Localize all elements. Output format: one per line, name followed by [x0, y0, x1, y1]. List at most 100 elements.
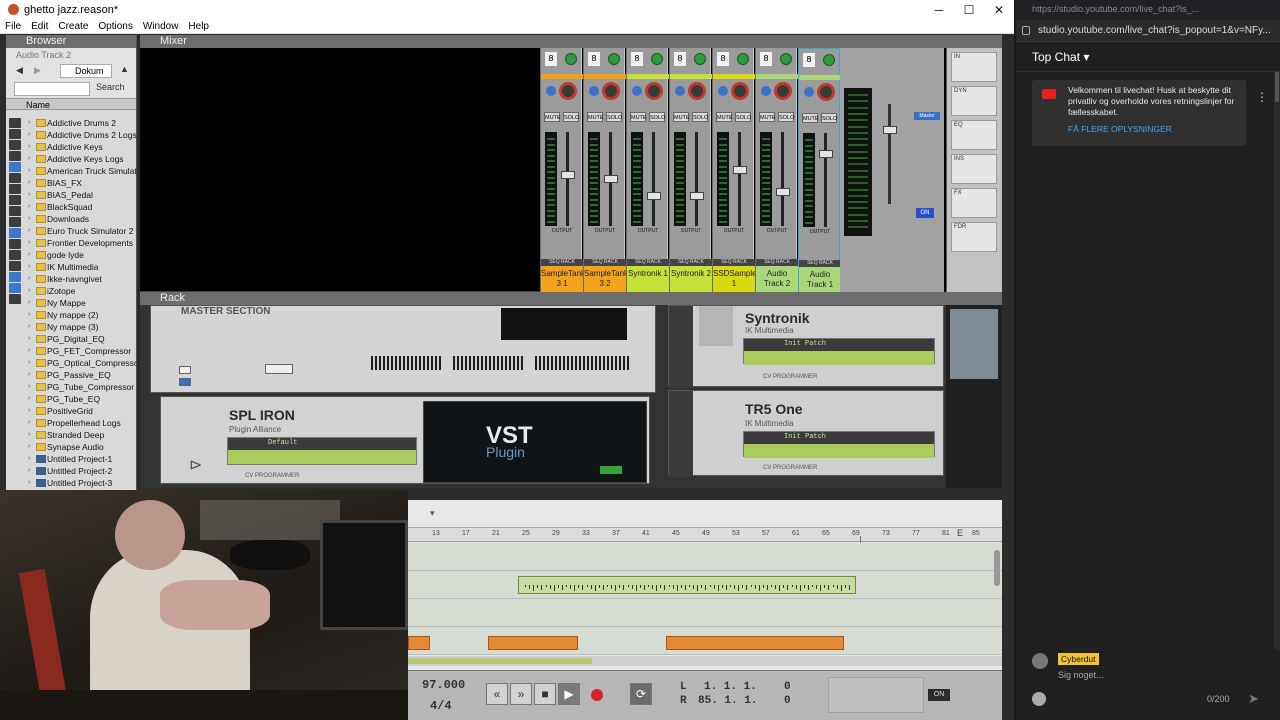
- minimize-button[interactable]: ─: [924, 2, 954, 18]
- expand-arrow-icon[interactable]: ›: [28, 249, 30, 261]
- close-button[interactable]: ✕: [984, 2, 1014, 18]
- mute-button[interactable]: MUTE: [759, 112, 776, 122]
- input-gain-knob[interactable]: [737, 53, 749, 65]
- mute-button[interactable]: MUTE: [673, 112, 690, 122]
- browser-list-item[interactable]: › BIAS_FX: [6, 177, 137, 189]
- expand-arrow-icon[interactable]: ›: [28, 189, 30, 201]
- bar-ruler[interactable]: 13 17 21 25 29 33 37 41 45 49 53 57 61 65 69 73 77 81 85: [408, 528, 1002, 542]
- expand-arrow-icon[interactable]: ›: [28, 237, 30, 249]
- pan-knob[interactable]: [559, 82, 577, 100]
- delay-comp-on-button[interactable]: ON: [928, 689, 950, 701]
- master-fader[interactable]: [883, 126, 897, 134]
- note-clip[interactable]: [488, 636, 578, 650]
- song-overview[interactable]: [408, 656, 1002, 666]
- more-options-icon[interactable]: ⋮: [1256, 90, 1268, 104]
- expand-arrow-icon[interactable]: ›: [28, 333, 30, 345]
- solo-button[interactable]: SOLO: [735, 112, 751, 122]
- solo-button[interactable]: SOLO: [821, 113, 837, 123]
- browser-list-item[interactable]: › Addictive Keys Logs: [6, 153, 137, 165]
- browser-list-item[interactable]: › Ny mappe (3): [6, 321, 137, 333]
- browser-list-item[interactable]: › Addictive Keys: [6, 141, 137, 153]
- pan-knob[interactable]: [602, 82, 620, 100]
- expand-arrow-icon[interactable]: ›: [28, 225, 30, 237]
- rack-navigator[interactable]: [946, 305, 1002, 488]
- mixer-section-toggle[interactable]: IN: [951, 52, 997, 82]
- fast-forward-button[interactable]: »: [510, 683, 532, 705]
- expand-arrow-icon[interactable]: ›: [28, 273, 30, 285]
- expand-arrow-icon[interactable]: ›: [28, 381, 30, 393]
- browser-list-item[interactable]: › Propellerhead Logs: [6, 417, 137, 429]
- stop-button[interactable]: ■: [534, 683, 556, 705]
- patch-selector[interactable]: Init Patch: [743, 338, 935, 365]
- channel-fader[interactable]: [561, 170, 575, 179]
- patch-selector[interactable]: Default: [227, 437, 417, 465]
- show-insert-fx-button[interactable]: [179, 378, 191, 386]
- vst-plugin-window[interactable]: VST Plugin: [423, 401, 647, 483]
- chat-input[interactable]: Sig noget...: [1058, 670, 1104, 680]
- expand-arrow-icon[interactable]: ›: [28, 201, 30, 213]
- expand-arrow-icon[interactable]: ›: [28, 321, 30, 333]
- show-programmer-button[interactable]: [179, 366, 191, 374]
- expand-arrow-icon[interactable]: ›: [28, 405, 30, 417]
- browser-list-item[interactable]: › PositiveGrid: [6, 405, 137, 417]
- seq-rack-buttons[interactable]: SEQ RACK: [584, 259, 626, 266]
- browser-list-item[interactable]: › PG_Passive_EQ: [6, 369, 137, 381]
- mixer-section-toggle[interactable]: FX: [951, 188, 997, 218]
- mixer-section-toggle[interactable]: FDR: [951, 222, 997, 252]
- pan-knob[interactable]: [731, 82, 749, 100]
- left-locator-value[interactable]: 1. 1. 1.: [704, 681, 757, 693]
- expand-arrow-icon[interactable]: ›: [28, 177, 30, 189]
- width-knob[interactable]: [632, 86, 642, 96]
- sequencer-lane[interactable]: [408, 543, 1002, 571]
- channel-name[interactable]: SSDSampler5 1: [713, 266, 764, 292]
- seq-rack-buttons[interactable]: SEQ RACK: [670, 259, 712, 266]
- send-icon[interactable]: ➤: [1248, 692, 1262, 706]
- expand-arrow-icon[interactable]: ›: [28, 429, 30, 441]
- expand-arrow-icon[interactable]: ›: [28, 453, 30, 465]
- maximize-button[interactable]: ☐: [954, 2, 984, 18]
- pan-knob[interactable]: [817, 83, 835, 101]
- expand-arrow-icon[interactable]: ›: [28, 345, 30, 357]
- expand-arrow-icon[interactable]: ›: [28, 213, 30, 225]
- channel-fader[interactable]: [690, 192, 704, 201]
- browser-list-item[interactable]: › Stranded Deep: [6, 429, 137, 441]
- menu-options[interactable]: Options: [93, 20, 137, 34]
- scrollbar-thumb[interactable]: [1275, 72, 1279, 102]
- expand-arrow-icon[interactable]: ›: [28, 261, 30, 273]
- expand-arrow-icon[interactable]: ›: [28, 153, 30, 165]
- channel-fader[interactable]: [733, 166, 747, 175]
- browser-list-item[interactable]: › PG_Digital_EQ: [6, 333, 137, 345]
- mute-button[interactable]: MUTE: [630, 112, 647, 122]
- expand-arrow-icon[interactable]: ›: [28, 369, 30, 381]
- browser-list-item[interactable]: › Ny mappe (2): [6, 309, 137, 321]
- channel-fader[interactable]: [604, 175, 618, 183]
- play-button[interactable]: ▶: [558, 683, 580, 705]
- expand-arrow-icon[interactable]: ›: [28, 477, 30, 489]
- browser-list-item[interactable]: › IK Multimedia: [6, 261, 137, 273]
- mixer-section-toggle[interactable]: EQ: [951, 120, 997, 150]
- browser-list-item[interactable]: › Addictive Drums 2: [6, 117, 137, 129]
- channel-name[interactable]: Audio Track 1: [799, 267, 841, 293]
- browser-list-item[interactable]: › Untitled Project-3: [6, 477, 137, 489]
- channel-name[interactable]: SampleTank 3 1: [541, 266, 585, 292]
- vertical-scrollbar[interactable]: [994, 550, 1000, 586]
- solo-button[interactable]: SOLO: [649, 112, 665, 122]
- note-clip[interactable]: [408, 636, 430, 650]
- menu-edit[interactable]: Edit: [26, 20, 53, 34]
- seq-rack-buttons[interactable]: SEQ RACK: [799, 260, 841, 267]
- sequencer-lane[interactable]: [408, 599, 1002, 627]
- address-url[interactable]: studio.youtube.com/live_chat?is_popout=1…: [1038, 25, 1271, 36]
- width-knob[interactable]: [804, 87, 814, 97]
- address-bar[interactable]: studio.youtube.com/live_chat?is_popout=1…: [1016, 20, 1280, 42]
- solo-button[interactable]: SOLO: [778, 112, 794, 122]
- expand-arrow-icon[interactable]: ›: [28, 141, 30, 153]
- expand-arrow-icon[interactable]: ›: [28, 441, 30, 453]
- browser-list-item[interactable]: › PG_Tube_EQ: [6, 393, 137, 405]
- browser-list-item[interactable]: › BlackSquad: [6, 201, 137, 213]
- expand-arrow-icon[interactable]: ›: [28, 417, 30, 429]
- browser-list-item[interactable]: › Addictive Drums 2 Logs: [6, 129, 137, 141]
- channel-fader[interactable]: [819, 150, 833, 159]
- browser-list-item[interactable]: › Untitled Project-1: [6, 453, 137, 465]
- menu-window[interactable]: Window: [138, 20, 184, 34]
- left-locator-ticks[interactable]: 0: [784, 681, 791, 693]
